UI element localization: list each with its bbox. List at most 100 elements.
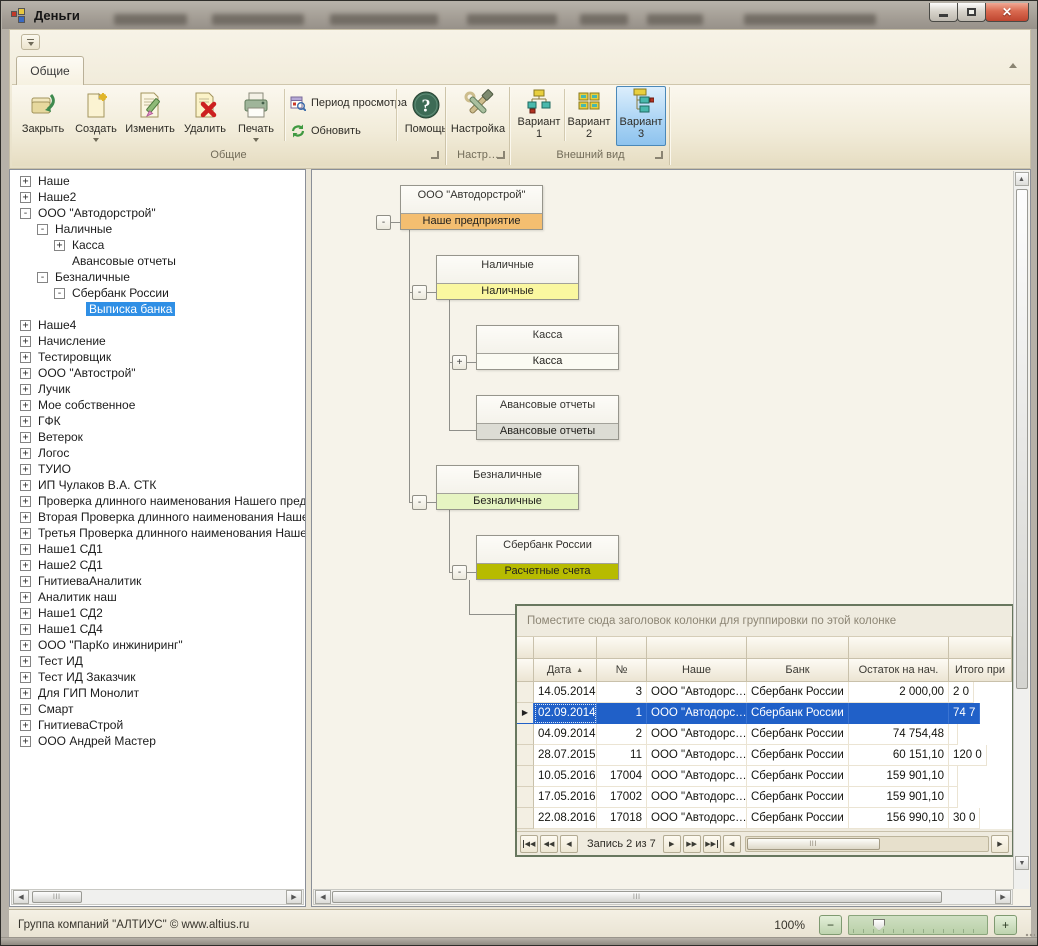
nav-first-button[interactable]: ◀◀ xyxy=(520,835,538,853)
collapse-icon[interactable]: - xyxy=(37,224,48,235)
cell-number[interactable]: 1 xyxy=(597,703,647,724)
expand-icon[interactable]: + xyxy=(20,192,31,203)
tree-item[interactable]: -Сбербанк России xyxy=(10,285,305,301)
row-indicator[interactable] xyxy=(517,766,534,787)
cell-number[interactable]: 17018 xyxy=(597,808,647,829)
node-collapse-toggle[interactable]: - xyxy=(452,565,467,580)
expand-icon[interactable]: + xyxy=(20,368,31,379)
grid-horizontal-scrollbar[interactable]: lll xyxy=(745,836,989,852)
cell-total[interactable] xyxy=(949,787,958,808)
column-header-balance[interactable]: Остаток на нач. xyxy=(849,659,949,682)
expand-icon[interactable]: + xyxy=(54,240,65,251)
tree-item[interactable]: Выписка банка xyxy=(10,301,305,317)
tree-item[interactable]: +Наше xyxy=(10,173,305,189)
tree-item[interactable]: +Наше2 xyxy=(10,189,305,205)
expand-icon[interactable]: + xyxy=(20,640,31,651)
expand-icon[interactable]: + xyxy=(20,496,31,507)
variant-3-button[interactable]: Вариант 3 xyxy=(616,86,666,146)
create-button[interactable]: Создать xyxy=(70,87,122,145)
tree-item[interactable]: +ГнитиеваСтрой xyxy=(10,717,305,733)
scroll-up-arrow[interactable]: ▲ xyxy=(1015,172,1029,186)
chart-node-advance-reports[interactable]: Авансовые отчеты Авансовые отчеты xyxy=(476,395,619,440)
cell-our[interactable]: ООО "Автодорс… xyxy=(647,703,747,724)
column-header-bank[interactable]: Банк xyxy=(747,659,849,682)
expand-icon[interactable]: + xyxy=(20,656,31,667)
scrollbar-thumb[interactable] xyxy=(1016,189,1028,689)
table-row[interactable]: 22.08.201617018ООО "Автодорс…Сбербанк Ро… xyxy=(517,808,1012,829)
cell-balance[interactable]: 74 754,48 xyxy=(849,724,949,745)
cell-bank[interactable]: Сбербанк России xyxy=(747,724,849,745)
tree-item[interactable]: +Логос xyxy=(10,445,305,461)
diagram-horizontal-scrollbar[interactable]: ◀ lll ▶ xyxy=(313,889,1013,905)
expand-icon[interactable]: + xyxy=(20,320,31,331)
tree-item[interactable]: +Для ГИП Монолит xyxy=(10,685,305,701)
zoom-slider[interactable] xyxy=(848,915,988,935)
cell-number[interactable]: 17002 xyxy=(597,787,647,808)
cell-number[interactable]: 2 xyxy=(597,724,647,745)
expand-icon[interactable]: + xyxy=(20,464,31,475)
chart-node-cash[interactable]: Наличные Наличные xyxy=(436,255,579,300)
nav-prev-page-button[interactable]: ◀◀ xyxy=(540,835,558,853)
tree-item[interactable]: +ООО "Автострой" xyxy=(10,365,305,381)
edit-button[interactable]: Изменить xyxy=(122,87,178,145)
cell-bank[interactable]: Сбербанк России xyxy=(747,745,849,766)
cell-our[interactable]: ООО "Автодорс… xyxy=(647,787,747,808)
node-collapse-toggle[interactable]: - xyxy=(412,285,427,300)
print-button[interactable]: Печать xyxy=(232,87,280,145)
dialog-launcher-icon[interactable] xyxy=(431,151,439,159)
cell-balance[interactable]: 159 901,10 xyxy=(849,766,949,787)
nav-next-page-button[interactable]: ▶▶ xyxy=(683,835,701,853)
tree-item[interactable]: +Смарт xyxy=(10,701,305,717)
tree-item[interactable]: +Наше2 СД1 xyxy=(10,557,305,573)
cell-total[interactable]: 74 7 xyxy=(949,703,980,724)
expand-icon[interactable]: + xyxy=(20,704,31,715)
cell-balance[interactable]: 60 151,10 xyxy=(849,745,949,766)
tree-horizontal-scrollbar[interactable]: ◀ lll ▶ xyxy=(11,889,304,905)
table-row[interactable]: ▶02.09.20141ООО "Автодорс…Сбербанк Росси… xyxy=(517,703,1012,724)
tree-item[interactable]: +Тест ИД Заказчик xyxy=(10,669,305,685)
tree-item[interactable]: -Наличные xyxy=(10,221,305,237)
grid-scroll-right-arrow[interactable]: ▶ xyxy=(991,835,1009,853)
scroll-right-arrow[interactable]: ▶ xyxy=(995,890,1011,904)
row-indicator[interactable] xyxy=(517,745,534,766)
expand-icon[interactable]: + xyxy=(20,592,31,603)
refresh-button[interactable]: Обновить xyxy=(290,121,361,141)
tree-item[interactable]: +Третья Проверка длинного наименования Н… xyxy=(10,525,305,541)
row-indicator[interactable] xyxy=(517,682,534,703)
tree-item[interactable]: -ООО "Автодорстрой" xyxy=(10,205,305,221)
tree-item[interactable]: +Наше1 СД4 xyxy=(10,621,305,637)
cell-total[interactable] xyxy=(949,766,958,787)
close-button[interactable]: ✕ xyxy=(985,3,1029,22)
cell-date[interactable]: 10.05.2016 xyxy=(534,766,597,787)
maximize-button[interactable] xyxy=(957,3,986,22)
expand-icon[interactable]: + xyxy=(20,336,31,347)
table-row[interactable]: 28.07.201511ООО "Автодорс…Сбербанк Росси… xyxy=(517,745,1012,766)
table-row[interactable]: 04.09.20142ООО "Автодорс…Сбербанк России… xyxy=(517,724,1012,745)
tree-item[interactable]: +Лучик xyxy=(10,381,305,397)
tree-item[interactable]: Авансовые отчеты xyxy=(10,253,305,269)
cell-total[interactable]: 2 0 xyxy=(949,682,974,703)
chart-node-noncash[interactable]: Безналичные Безналичные xyxy=(436,465,579,510)
cell-number[interactable]: 11 xyxy=(597,745,647,766)
row-indicator[interactable] xyxy=(517,724,534,745)
cell-date[interactable]: 02.09.2014 xyxy=(534,703,597,724)
cell-our[interactable]: ООО "Автодорс… xyxy=(647,682,747,703)
chart-node-sberbank[interactable]: Сбербанк России Расчетные счета xyxy=(476,535,619,580)
tab-obshchie[interactable]: Общие xyxy=(16,56,84,85)
cell-total[interactable]: 120 0 xyxy=(949,745,987,766)
close-view-button[interactable]: Закрыть xyxy=(16,87,70,145)
row-indicator[interactable]: ▶ xyxy=(517,703,534,724)
collapse-icon[interactable]: - xyxy=(20,208,31,219)
cell-total[interactable]: 30 0 xyxy=(949,808,980,829)
tree-item[interactable]: +Проверка длинного наименования Нашего п… xyxy=(10,493,305,509)
expand-icon[interactable]: + xyxy=(20,624,31,635)
zoom-in-button[interactable]: + xyxy=(994,915,1017,935)
cell-bank[interactable]: Сбербанк России xyxy=(747,703,849,724)
tree-item[interactable]: +Наше1 СД1 xyxy=(10,541,305,557)
scroll-left-arrow[interactable]: ◀ xyxy=(13,890,29,904)
tree-item[interactable]: +Наше1 СД2 xyxy=(10,605,305,621)
column-header-number[interactable]: № xyxy=(597,659,647,682)
expand-icon[interactable]: + xyxy=(20,176,31,187)
expand-icon[interactable]: + xyxy=(20,512,31,523)
expand-icon[interactable]: + xyxy=(20,432,31,443)
